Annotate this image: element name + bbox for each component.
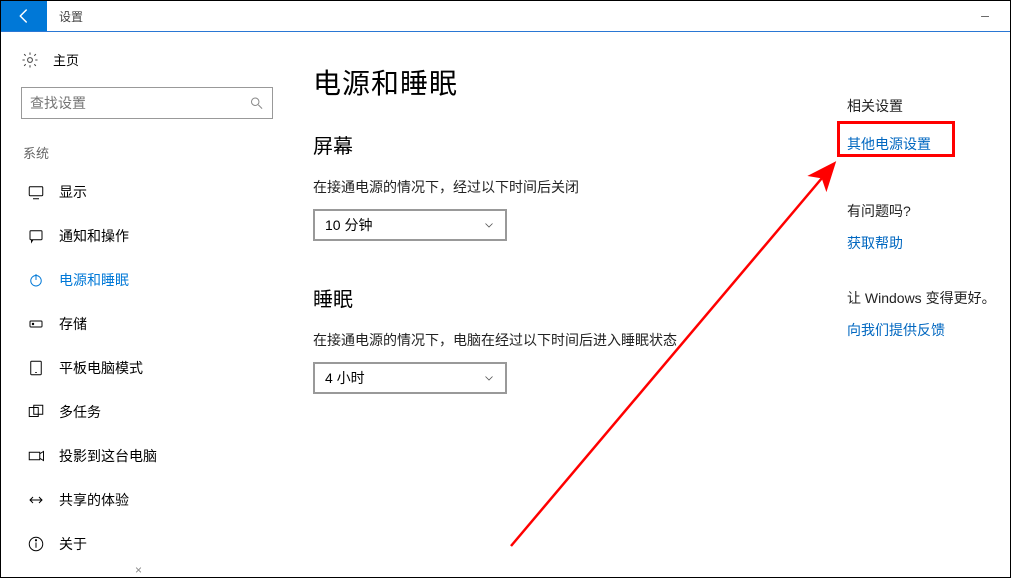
sidebar-item-storage[interactable]: 存储 <box>21 302 269 346</box>
screen-field-label: 在接通电源的情况下，经过以下时间后关闭 <box>313 177 986 197</box>
sleep-timeout-dropdown[interactable]: 4 小时 <box>313 362 507 394</box>
back-button[interactable] <box>1 1 47 31</box>
sidebar-item-label: 平板电脑模式 <box>59 358 143 378</box>
feedback-section: 让 Windows 变得更好。 向我们提供反馈 <box>847 288 996 340</box>
sidebar-item-multitasking[interactable]: 多任务 <box>21 390 269 434</box>
project-icon <box>27 447 45 465</box>
sidebar-item-notifications[interactable]: 通知和操作 <box>21 214 269 258</box>
sidebar-item-shared-experiences[interactable]: 共享的体验 <box>21 478 269 522</box>
sidebar-item-power-sleep[interactable]: 电源和睡眠 <box>21 258 269 302</box>
monitor-icon <box>27 183 45 201</box>
share-icon <box>27 491 45 509</box>
help-title: 有问题吗? <box>847 201 911 221</box>
feedback-link[interactable]: 向我们提供反馈 <box>847 320 996 340</box>
sidebar-home[interactable]: 主页 <box>21 50 269 69</box>
help-section: 有问题吗? 获取帮助 <box>847 201 911 253</box>
arrow-left-icon <box>15 7 33 25</box>
tiny-close-button[interactable]: × <box>129 563 148 577</box>
sidebar-item-label: 投影到这台电脑 <box>59 446 157 466</box>
sidebar-item-label: 电源和睡眠 <box>59 270 129 290</box>
sidebar-item-label: 通知和操作 <box>59 226 129 246</box>
dropdown-value: 4 小时 <box>325 368 365 388</box>
additional-power-settings-link[interactable]: 其他电源设置 <box>847 134 987 154</box>
sidebar-item-display[interactable]: 显示 <box>21 170 269 214</box>
message-icon <box>27 227 45 245</box>
info-icon <box>27 535 45 553</box>
sidebar: 主页 系统 显示 通知和操作 电源和睡眠 <box>1 32 289 577</box>
search-icon <box>249 95 264 111</box>
settings-window: 设置 — 主页 系统 显 <box>0 0 1011 578</box>
get-help-link[interactable]: 获取帮助 <box>847 233 911 253</box>
power-icon <box>27 271 45 289</box>
multitask-icon <box>27 403 45 421</box>
sidebar-item-projecting[interactable]: 投影到这台电脑 <box>21 434 269 478</box>
dropdown-value: 10 分钟 <box>325 215 372 235</box>
feedback-title: 让 Windows 变得更好。 <box>847 288 996 308</box>
sidebar-item-label: 关于 <box>59 534 87 554</box>
minimize-button[interactable]: — <box>976 7 994 25</box>
window-controls: — <box>976 1 1010 31</box>
screen-timeout-dropdown[interactable]: 10 分钟 <box>313 209 507 241</box>
sidebar-section-label: 系统 <box>23 143 269 162</box>
titlebar: 设置 — <box>1 1 1010 32</box>
sidebar-item-about[interactable]: 关于 <box>21 522 269 566</box>
window-title: 设置 <box>47 1 976 31</box>
storage-icon <box>27 315 45 333</box>
chevron-down-icon <box>483 372 495 384</box>
sidebar-item-tablet-mode[interactable]: 平板电脑模式 <box>21 346 269 390</box>
search-input[interactable] <box>30 95 249 111</box>
sidebar-item-label: 存储 <box>59 314 87 334</box>
sidebar-item-label: 共享的体验 <box>59 490 129 510</box>
sidebar-home-label: 主页 <box>53 50 79 69</box>
gear-icon <box>21 51 39 69</box>
related-settings: 相关设置 其他电源设置 <box>847 96 987 154</box>
search-input-wrapper[interactable] <box>21 87 273 119</box>
sidebar-item-label: 显示 <box>59 182 87 202</box>
related-title: 相关设置 <box>847 96 987 116</box>
sidebar-item-label: 多任务 <box>59 402 101 422</box>
tablet-icon <box>27 359 45 377</box>
chevron-down-icon <box>483 219 495 231</box>
